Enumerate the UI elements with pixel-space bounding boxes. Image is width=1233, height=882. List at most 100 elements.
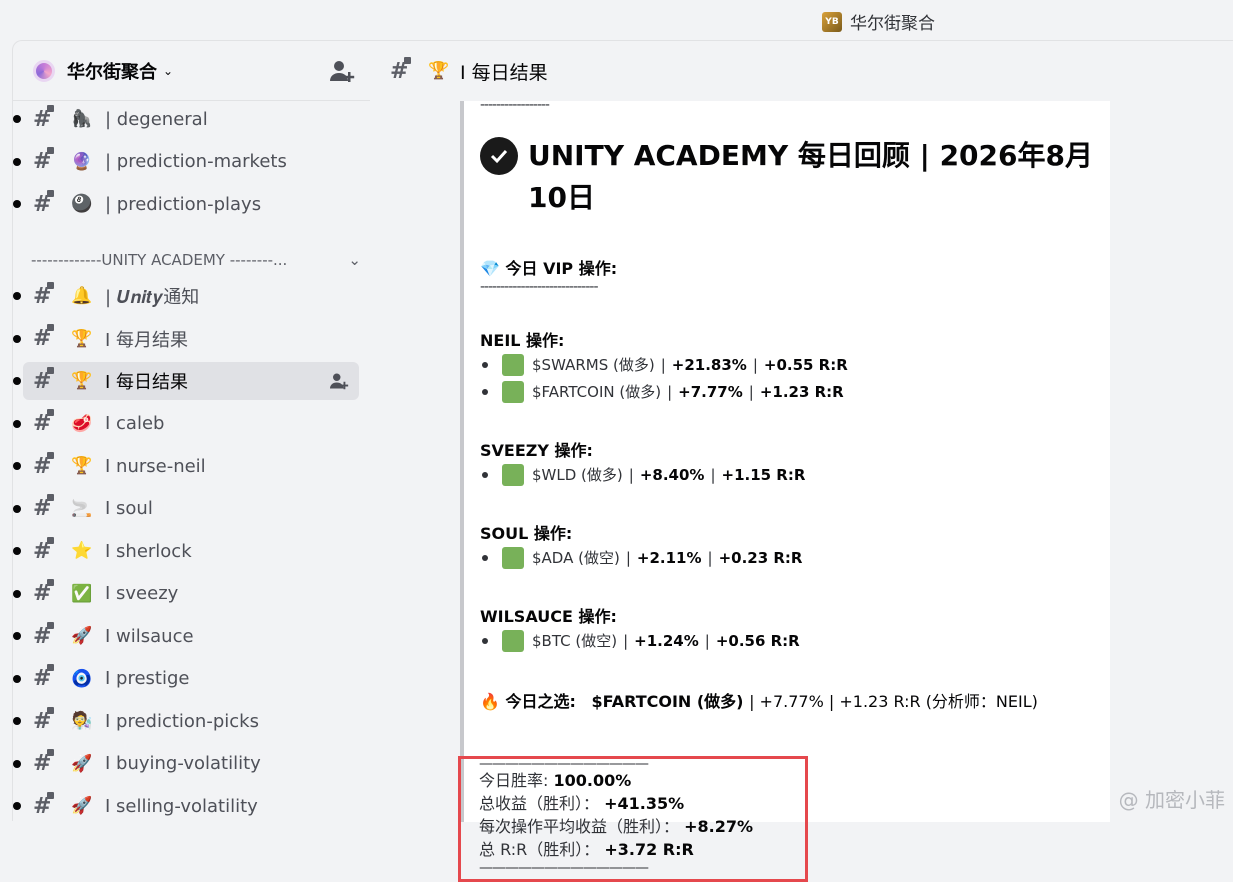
- trade-asset: $FARTCOIN (做多): [532, 383, 662, 401]
- add-member-icon[interactable]: [329, 372, 349, 390]
- channel-emoji-icon: 🧿: [71, 668, 93, 689]
- channel-name: I soul: [105, 498, 153, 519]
- server-icon: [33, 59, 55, 82]
- channel-name: I selling-volatility: [105, 795, 258, 817]
- check-icon: [480, 137, 518, 175]
- sidebar-channel-channels-6[interactable]: # ⭐ I sherlock: [13, 532, 359, 570]
- locked-channel-icon: #: [33, 104, 61, 132]
- trade-asset: $BTC (做空): [532, 632, 618, 650]
- locked-channel-icon: #: [33, 281, 61, 309]
- locked-channel-icon: #: [33, 366, 61, 394]
- green-square-icon: [502, 629, 524, 652]
- sidebar-channel-channels-4[interactable]: # 🏆 I nurse-neil: [13, 447, 359, 485]
- pick-detail: | +7.77% | +1.23 R:R (分析师：NEIL): [749, 692, 1038, 711]
- sidebar-channel-channels_top-2[interactable]: # 🎱 | prediction-plays: [13, 185, 359, 223]
- vip-title: 💎 今日 VIP 操作:: [480, 259, 618, 278]
- unread-indicator: [13, 717, 21, 725]
- sidebar-channel-channels-12[interactable]: # 🚀 I selling-volatility: [13, 787, 359, 821]
- title-bar: YB 华尔街聚合: [0, 0, 1233, 40]
- channel-emoji-icon: 🧑‍🔬: [71, 711, 93, 731]
- stat-line: 总 R:R（胜利）： +3.72 R:R: [479, 840, 694, 859]
- server-name: 华尔街聚合: [67, 61, 157, 83]
- message-heading: UNITY ACADEMY 每日回顾 | 2026年8月10日: [480, 135, 1110, 219]
- sidebar-channel-channels-2[interactable]: # 🏆 I 每日结果: [13, 362, 359, 400]
- daily-recap-message: ----------------- UNITY ACADEMY 每日回顾 | 2…: [460, 101, 1110, 822]
- trade-percent: +1.24%: [634, 631, 699, 650]
- app-title: YB 华尔街聚合: [822, 9, 935, 34]
- chevron-down-icon: ⌄: [348, 251, 361, 269]
- locked-channel-icon: #: [33, 664, 61, 691]
- unread-indicator: [13, 419, 21, 428]
- trade-asset: $ADA (做空): [532, 549, 620, 567]
- locked-channel-icon: #: [33, 536, 61, 564]
- unread-indicator: [13, 115, 21, 123]
- channel-name: I sveezy: [105, 583, 179, 604]
- channel-emoji-icon: 🚀: [71, 796, 93, 816]
- sidebar-channel-channels-3[interactable]: # 🥩 I caleb: [13, 405, 359, 443]
- trade-rr: +1.15 R:R: [721, 465, 806, 484]
- sidebar-channel-channels_top-0[interactable]: # 🦍 | degeneral: [13, 100, 359, 138]
- sidebar-channel-channels-1[interactable]: # 🏆 I 每月结果: [13, 320, 359, 358]
- main-panel: # 🏆 I 每日结果 ----------------- UNITY ACADE…: [370, 40, 1233, 882]
- trade-asset: $SWARMS (做多): [532, 356, 655, 374]
- add-member-icon[interactable]: [329, 59, 355, 83]
- server-header[interactable]: 华尔街聚合 ⌄: [13, 41, 370, 101]
- stat-line: 今日胜率: 100.00%: [479, 771, 632, 790]
- sidebar-channel-channels-8[interactable]: # 🚀 I wilsauce: [13, 617, 359, 655]
- locked-channel-icon: #: [33, 494, 61, 521]
- unread-indicator: [13, 759, 21, 768]
- channel-emoji-icon: 🔔: [71, 286, 93, 306]
- trader-group: NEIL 操作: $SWARMS (做多) | +21.83% | +0.55 R:R $F…: [480, 327, 1110, 405]
- trade-rr: +1.23 R:R: [759, 382, 844, 401]
- sidebar-channel-channels-5[interactable]: # 🚬 I soul: [13, 490, 359, 528]
- trade-percent: +21.83%: [671, 355, 747, 374]
- stat-line: 总收益（胜利）： +41.35%: [479, 794, 685, 813]
- sidebar-channel-channels_top-1[interactable]: # 🔮 | prediction-markets: [13, 143, 359, 181]
- stat-line: 每次操作平均收益（胜利）： +8.27%: [479, 817, 754, 836]
- channel-sidebar: 华尔街聚合 ⌄ # 🦍 | degeneral # 🔮 | prediction-mark…: [12, 40, 370, 821]
- locked-channel-icon: #: [33, 147, 61, 174]
- stat-value: +3.72 R:R: [604, 840, 694, 859]
- gem-icon: 💎: [480, 259, 500, 278]
- channel-name: I nurse-neil: [105, 455, 206, 477]
- sidebar-channel-channels-0[interactable]: # 🔔 | 𝑼𝒏𝒊𝒕𝒚通知: [13, 277, 359, 315]
- category-unity-academy[interactable]: -------------UNITY ACADEMY --------... ⌄: [31, 249, 361, 271]
- locked-channel-icon: #: [33, 409, 61, 436]
- channel-title: I 每日结果: [460, 61, 548, 84]
- channel-emoji-icon: 🚬: [71, 498, 93, 519]
- sidebar-channel-channels-11[interactable]: # 🚀 I buying-volatility: [13, 745, 359, 783]
- unread-indicator: [13, 802, 21, 810]
- channel-header: # 🏆 I 每日结果: [370, 41, 1233, 101]
- unread-indicator: [13, 462, 21, 470]
- channel-emoji-icon: 🥩: [71, 413, 93, 434]
- chevron-down-icon: ⌄: [163, 63, 174, 78]
- heading-text: UNITY ACADEMY 每日回顾 | 2026年8月10日: [528, 139, 1093, 214]
- channel-name: | prediction-markets: [105, 151, 287, 172]
- unread-indicator: [13, 547, 21, 555]
- sidebar-channel-channels-7[interactable]: # ✅ I sveezy: [13, 575, 359, 613]
- green-square-icon: [502, 463, 524, 486]
- trade-item: $SWARMS (做多) | +21.83% | +0.55 R:R: [480, 351, 1110, 378]
- channel-name: I prestige: [105, 668, 190, 689]
- trade-item: $WLD (做多) | +8.40% | +1.15 R:R: [480, 461, 1110, 488]
- trade-item: $FARTCOIN (做多) | +7.77% | +1.23 R:R: [480, 378, 1110, 405]
- channel-emoji-icon: ✅: [71, 583, 93, 604]
- trader-title: SOUL 操作:: [480, 524, 573, 543]
- green-square-icon: [502, 380, 524, 403]
- locked-channel-icon: #: [33, 324, 61, 351]
- trade-item: $ADA (做空) | +2.11% | +0.23 R:R: [480, 544, 1110, 571]
- trade-rr: +0.23 R:R: [718, 548, 803, 567]
- channel-emoji-icon: ⭐: [71, 541, 93, 561]
- channel-name: I caleb: [105, 413, 165, 434]
- trade-percent: +7.77%: [678, 382, 743, 401]
- locked-channel-icon: #: [33, 749, 61, 776]
- trophy-icon: 🏆: [428, 61, 450, 81]
- sidebar-channel-channels-10[interactable]: # 🧑‍🔬 I prediction-picks: [13, 702, 359, 740]
- daily-pick: 🔥 今日之选: $FARTCOIN (做多) | +7.77% | +1.23 …: [480, 692, 1038, 711]
- trade-item: $BTC (做空) | +1.24% | +0.56 R:R: [480, 627, 1110, 654]
- sidebar-channel-channels-9[interactable]: # 🧿 I prestige: [13, 660, 359, 698]
- trade-rr: +0.56 R:R: [715, 631, 800, 650]
- app-logo: YB: [822, 11, 842, 32]
- trader-group: WILSAUCE 操作: $BTC (做空) | +1.24% | +0.56 R:R: [480, 603, 1110, 654]
- channel-name: | 𝑼𝒏𝒊𝒕𝒚通知: [105, 287, 200, 308]
